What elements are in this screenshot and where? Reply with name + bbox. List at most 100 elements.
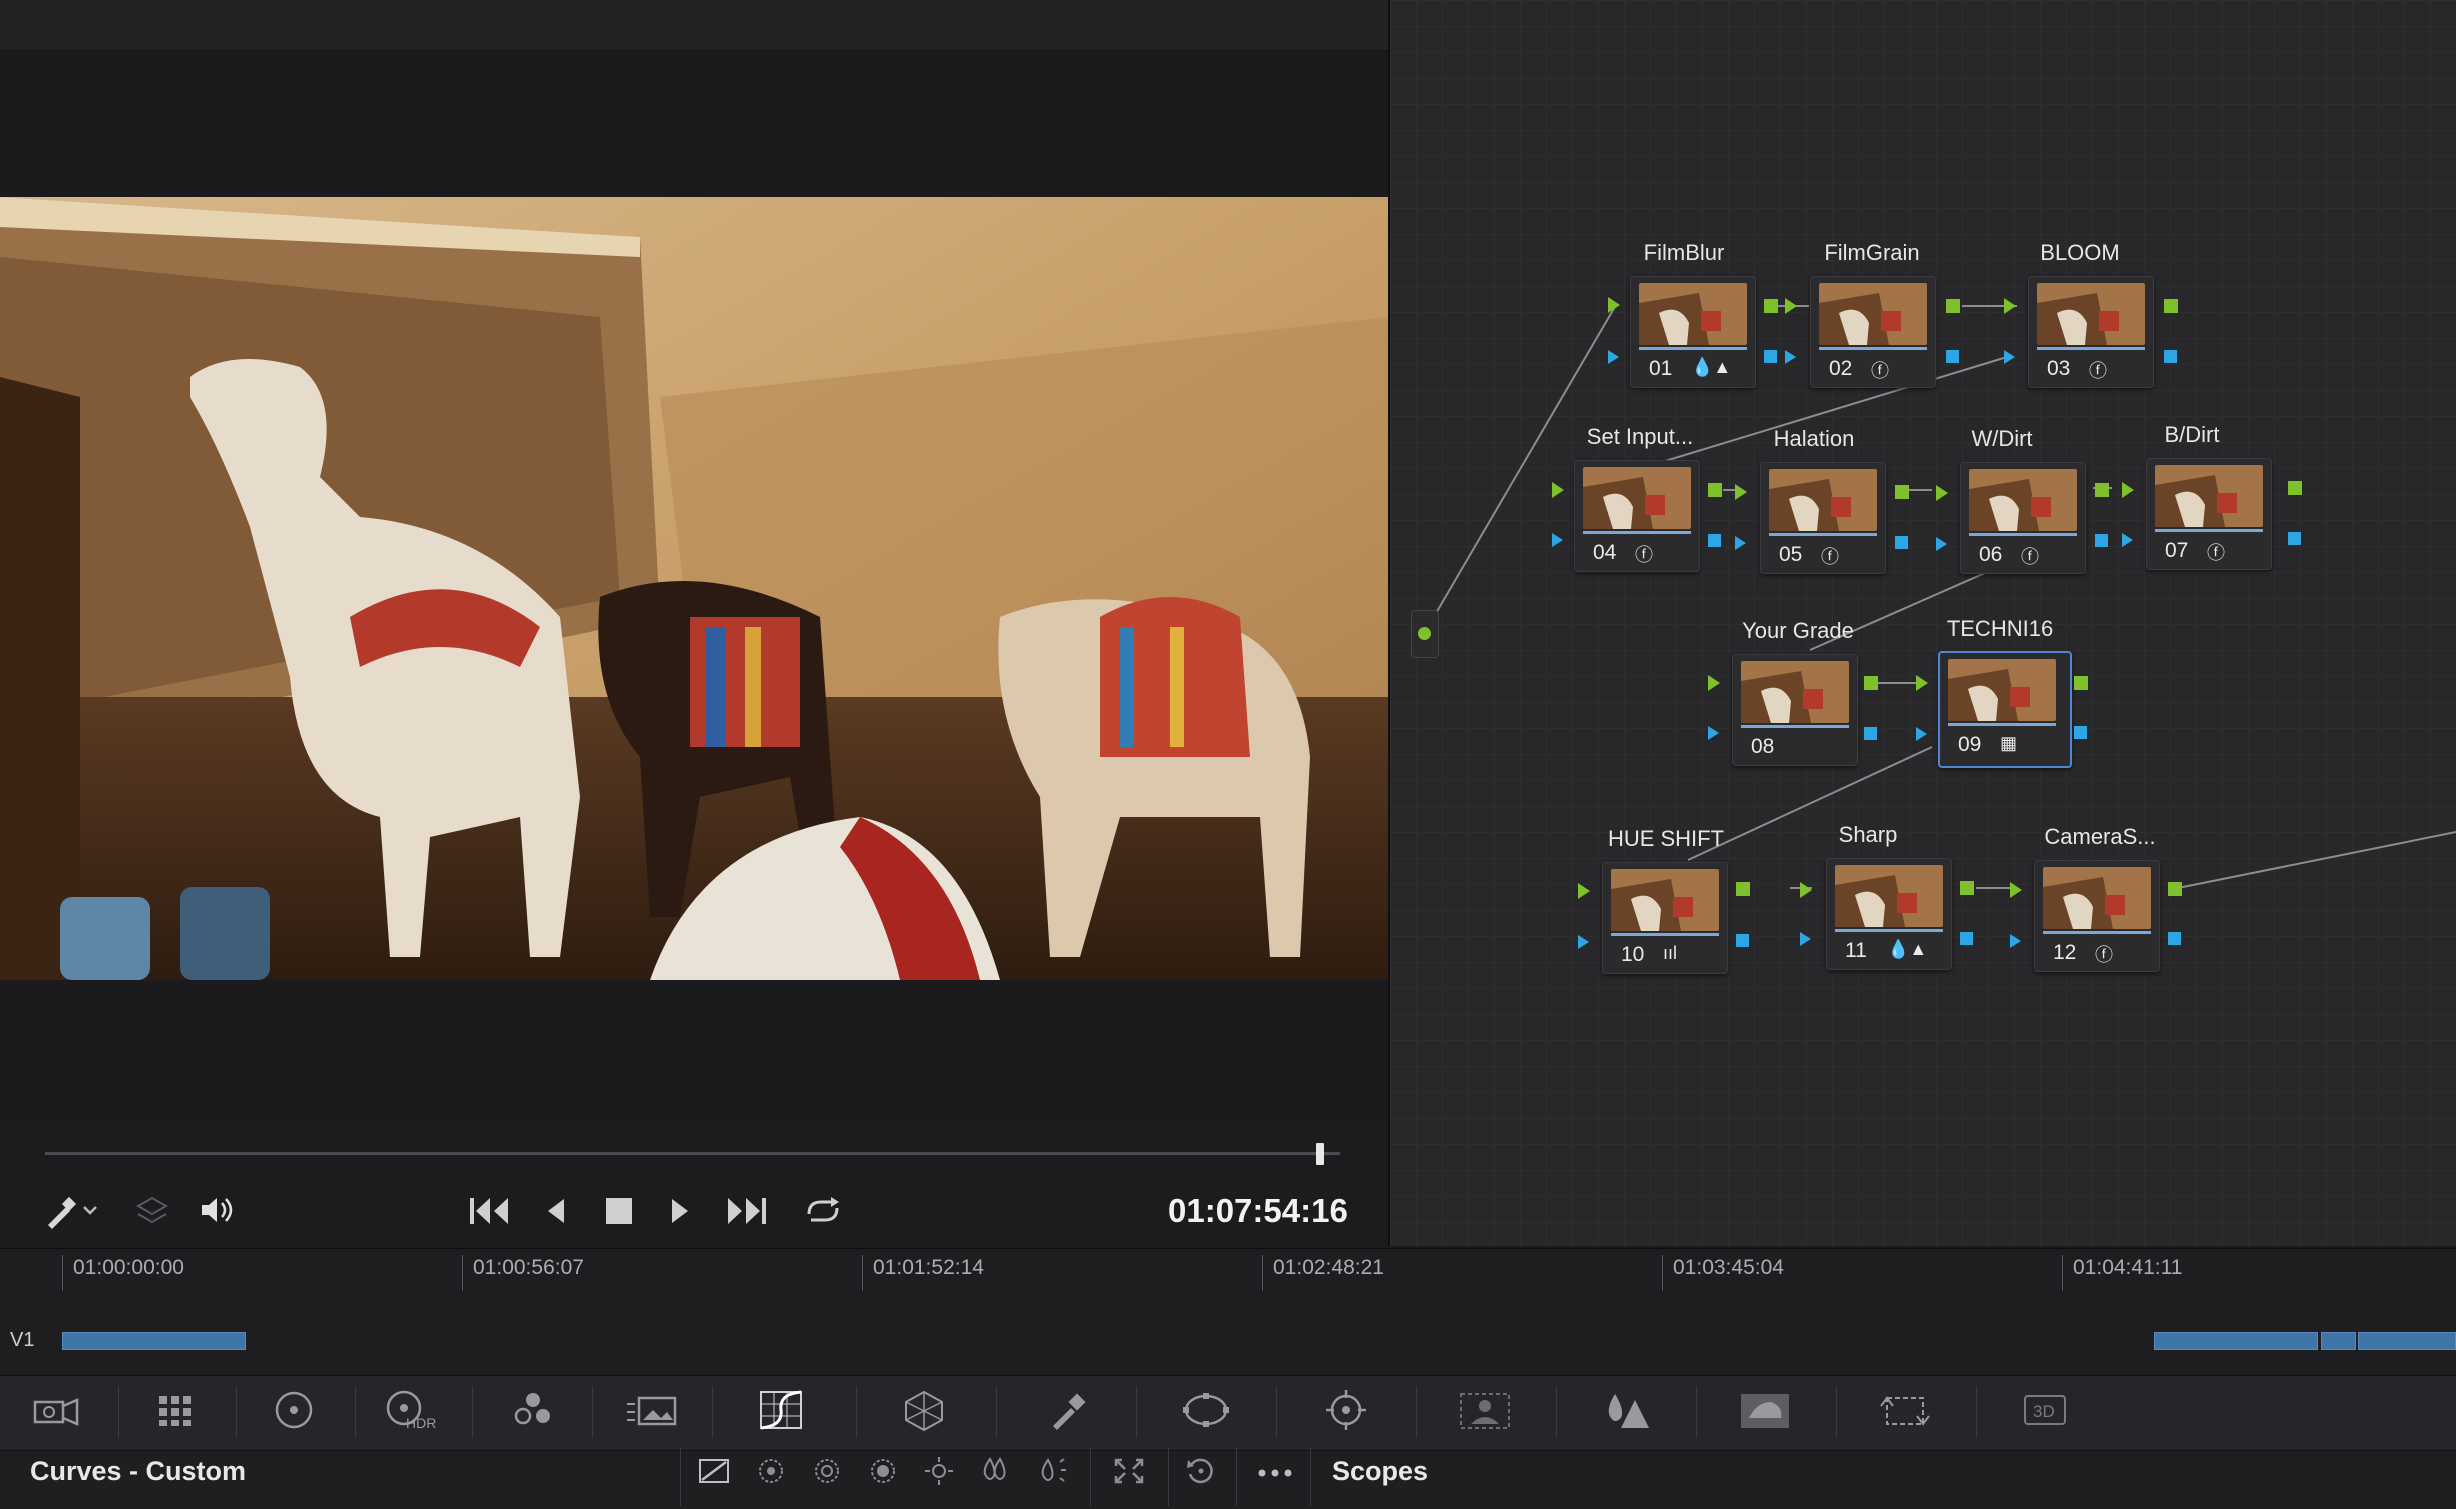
expand-icon[interactable] <box>1112 1456 1146 1493</box>
node-12-key-input[interactable] <box>2010 934 2021 948</box>
node-07-key-output[interactable] <box>2288 532 2301 545</box>
node-03[interactable]: 03 ⓕ <box>2028 276 2154 388</box>
camera-raw-icon[interactable] <box>26 1384 88 1436</box>
node-11-key-input[interactable] <box>1800 932 1811 946</box>
node-04-rgb-input[interactable] <box>1552 482 1564 498</box>
sizing-icon[interactable] <box>1874 1384 1936 1436</box>
node-10[interactable]: 10 ııl <box>1602 862 1728 974</box>
stop-button[interactable] <box>605 1197 633 1233</box>
node-03-key-output[interactable] <box>2164 350 2177 363</box>
node-01[interactable]: 01 💧▲ <box>1630 276 1756 388</box>
volume-icon[interactable] <box>198 1192 238 1236</box>
node-01-key-output[interactable] <box>1764 350 1777 363</box>
node-09[interactable]: 09 ▦ <box>1938 651 2072 768</box>
window-icon[interactable] <box>1175 1384 1237 1436</box>
node-09-rgb-output[interactable] <box>2074 676 2088 690</box>
timeline-clip[interactable] <box>2358 1332 2456 1350</box>
3d-icon[interactable]: 3D <box>2014 1384 2076 1436</box>
node-06-key-input[interactable] <box>1936 537 1947 551</box>
hue-vs-sat-icon[interactable] <box>810 1456 844 1493</box>
node-08-key-output[interactable] <box>1864 727 1877 740</box>
timeline-clip[interactable] <box>62 1332 246 1350</box>
node-07-rgb-output[interactable] <box>2288 481 2302 495</box>
timeline-clip[interactable] <box>2154 1332 2318 1350</box>
lum-vs-sat-icon[interactable] <box>922 1456 956 1493</box>
node-07[interactable]: 07 ⓕ <box>2146 458 2272 570</box>
node-05[interactable]: 05 ⓕ <box>1760 462 1886 574</box>
magic-mask-icon[interactable] <box>1454 1384 1516 1436</box>
node-11-rgb-input[interactable] <box>1800 882 1812 898</box>
play-button[interactable] <box>668 1196 692 1234</box>
tracker-icon[interactable] <box>1315 1384 1377 1436</box>
timeline-clip[interactable] <box>2321 1332 2356 1350</box>
custom-curve-icon[interactable] <box>698 1456 732 1493</box>
node-10-key-input[interactable] <box>1578 935 1589 949</box>
node-08-rgb-output[interactable] <box>1864 676 1878 690</box>
node-04-key-input[interactable] <box>1552 533 1563 547</box>
step-back-button[interactable] <box>544 1196 568 1234</box>
rgb-mixer-icon[interactable] <box>502 1384 564 1436</box>
node-02-key-input[interactable] <box>1785 350 1796 364</box>
node-04[interactable]: 04 ⓕ <box>1574 460 1700 572</box>
node-09-key-input[interactable] <box>1916 727 1927 741</box>
node-12-rgb-input[interactable] <box>2010 882 2022 898</box>
curves-icon[interactable] <box>750 1384 812 1436</box>
node-11-key-output[interactable] <box>1960 932 1973 945</box>
node-02-key-output[interactable] <box>1946 350 1959 363</box>
node-11-rgb-output[interactable] <box>1960 881 1974 895</box>
node-10-rgb-output[interactable] <box>1736 882 1750 896</box>
node-10-key-output[interactable] <box>1736 934 1749 947</box>
node-08-key-input[interactable] <box>1708 726 1719 740</box>
color-picker-icon[interactable] <box>44 1193 104 1237</box>
primaries-wheels-icon[interactable] <box>263 1384 325 1436</box>
node-02[interactable]: 02 ⓕ <box>1810 276 1936 388</box>
node-05-rgb-input[interactable] <box>1735 484 1747 500</box>
loop-button[interactable] <box>801 1194 845 1236</box>
node-04-rgb-output[interactable] <box>1708 483 1722 497</box>
color-warper-icon[interactable] <box>893 1384 955 1436</box>
node-05-rgb-output[interactable] <box>1895 485 1909 499</box>
node-05-key-output[interactable] <box>1895 536 1908 549</box>
node-08[interactable]: 08 <box>1732 654 1858 766</box>
playhead[interactable] <box>1316 1143 1324 1165</box>
node-10-rgb-input[interactable] <box>1578 883 1590 899</box>
node-02-rgb-output[interactable] <box>1946 299 1960 313</box>
node-02-rgb-input[interactable] <box>1785 298 1797 314</box>
hue-vs-lum-icon[interactable] <box>866 1456 900 1493</box>
sat-vs-sat-icon[interactable] <box>978 1456 1012 1493</box>
node-07-key-input[interactable] <box>2122 533 2133 547</box>
hdr-wheels-icon[interactable]: HDR <box>382 1384 444 1436</box>
node-12-key-output[interactable] <box>2168 932 2181 945</box>
node-11[interactable]: 11 💧▲ <box>1826 858 1952 970</box>
layers-icon[interactable] <box>134 1194 170 1238</box>
node-06-rgb-output[interactable] <box>2095 483 2109 497</box>
node-06[interactable]: 06 ⓕ <box>1960 462 2086 574</box>
node-12-rgb-output[interactable] <box>2168 882 2182 896</box>
node-07-rgb-input[interactable] <box>2122 482 2134 498</box>
more-options-icon[interactable] <box>1256 1462 1296 1490</box>
node-01-rgb-input[interactable] <box>1608 297 1620 313</box>
node-12[interactable]: 12 ⓕ <box>2034 860 2160 972</box>
color-match-icon[interactable] <box>146 1384 208 1436</box>
node-06-rgb-input[interactable] <box>1936 485 1948 501</box>
node-04-key-output[interactable] <box>1708 534 1721 547</box>
key-icon[interactable] <box>1734 1384 1796 1436</box>
node-05-key-input[interactable] <box>1735 536 1746 550</box>
qualifier-icon[interactable] <box>1036 1384 1098 1436</box>
scrubber-track[interactable] <box>45 1152 1340 1155</box>
node-09-rgb-input[interactable] <box>1916 675 1928 691</box>
node-08-rgb-input[interactable] <box>1708 675 1720 691</box>
node-01-rgb-output[interactable] <box>1764 299 1778 313</box>
hue-vs-hue-icon[interactable] <box>754 1456 788 1493</box>
node-03-rgb-input[interactable] <box>2004 298 2016 314</box>
motion-effects-icon[interactable] <box>622 1384 684 1436</box>
source-input-node[interactable] <box>1411 610 1439 658</box>
skip-to-end-button[interactable] <box>726 1194 770 1236</box>
node-03-rgb-output[interactable] <box>2164 299 2178 313</box>
skip-to-start-button[interactable] <box>468 1194 512 1236</box>
node-09-key-output[interactable] <box>2074 726 2087 739</box>
reset-icon[interactable] <box>1184 1456 1218 1493</box>
sat-vs-lum-icon[interactable] <box>1034 1456 1068 1493</box>
node-01-key-input[interactable] <box>1608 350 1619 364</box>
blur-icon[interactable] <box>1594 1384 1656 1436</box>
